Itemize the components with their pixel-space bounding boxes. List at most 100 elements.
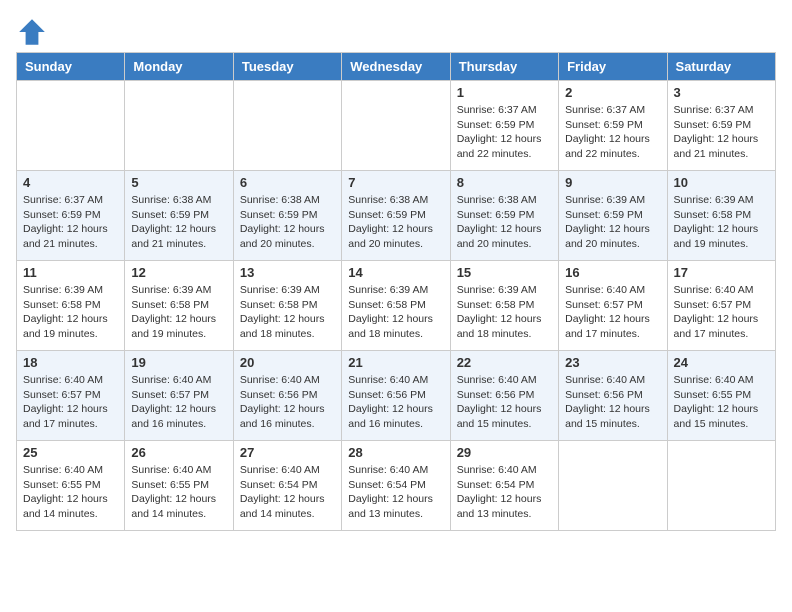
column-header-monday: Monday [125,53,233,81]
calendar-cell: 26 Sunrise: 6:40 AM Sunset: 6:55 PM Dayli… [125,441,233,531]
column-header-sunday: Sunday [17,53,125,81]
calendar-cell: 21 Sunrise: 6:40 AM Sunset: 6:56 PM Dayli… [342,351,450,441]
column-header-tuesday: Tuesday [233,53,341,81]
day-info: Sunrise: 6:38 AM Sunset: 6:59 PM Dayligh… [131,193,226,252]
day-number: 19 [131,355,226,370]
day-number: 5 [131,175,226,190]
calendar-cell: 3 Sunrise: 6:37 AM Sunset: 6:59 PM Daylig… [667,81,775,171]
calendar-cell: 9 Sunrise: 6:39 AM Sunset: 6:59 PM Daylig… [559,171,667,261]
calendar-cell: 5 Sunrise: 6:38 AM Sunset: 6:59 PM Daylig… [125,171,233,261]
day-info: Sunrise: 6:39 AM Sunset: 6:58 PM Dayligh… [23,283,118,342]
calendar-week-row: 25 Sunrise: 6:40 AM Sunset: 6:55 PM Dayli… [17,441,776,531]
day-number: 10 [674,175,769,190]
calendar-cell: 1Sunrise: 6:37 AM Sunset: 6:59 PM Daylig… [450,81,558,171]
calendar-week-row: 1Sunrise: 6:37 AM Sunset: 6:59 PM Daylig… [17,81,776,171]
day-number: 22 [457,355,552,370]
calendar-cell: 10 Sunrise: 6:39 AM Sunset: 6:58 PM Dayli… [667,171,775,261]
calendar-cell [667,441,775,531]
day-number: 4 [23,175,118,190]
day-number: 16 [565,265,660,280]
calendar-cell [233,81,341,171]
day-info: Sunrise: 6:37 AM Sunset: 6:59 PM Dayligh… [457,103,552,162]
calendar-week-row: 11 Sunrise: 6:39 AM Sunset: 6:58 PM Dayli… [17,261,776,351]
calendar-cell: 22 Sunrise: 6:40 AM Sunset: 6:56 PM Dayli… [450,351,558,441]
day-number: 26 [131,445,226,460]
day-info: Sunrise: 6:37 AM Sunset: 6:59 PM Dayligh… [23,193,118,252]
day-info: Sunrise: 6:39 AM Sunset: 6:58 PM Dayligh… [674,193,769,252]
day-info: Sunrise: 6:40 AM Sunset: 6:56 PM Dayligh… [240,373,335,432]
day-info: Sunrise: 6:39 AM Sunset: 6:58 PM Dayligh… [131,283,226,342]
calendar-cell [559,441,667,531]
calendar-cell: 13Sunrise: 6:39 AM Sunset: 6:58 PM Dayli… [233,261,341,351]
day-info: Sunrise: 6:39 AM Sunset: 6:59 PM Dayligh… [565,193,660,252]
calendar-week-row: 18Sunrise: 6:40 AM Sunset: 6:57 PM Dayli… [17,351,776,441]
day-number: 9 [565,175,660,190]
calendar-cell [342,81,450,171]
calendar-week-row: 4 Sunrise: 6:37 AM Sunset: 6:59 PM Daylig… [17,171,776,261]
calendar-header-row: SundayMondayTuesdayWednesdayThursdayFrid… [17,53,776,81]
logo [16,16,54,48]
day-info: Sunrise: 6:39 AM Sunset: 6:58 PM Dayligh… [457,283,552,342]
day-number: 23 [565,355,660,370]
day-info: Sunrise: 6:40 AM Sunset: 6:57 PM Dayligh… [674,283,769,342]
day-info: Sunrise: 6:40 AM Sunset: 6:54 PM Dayligh… [240,463,335,522]
day-info: Sunrise: 6:40 AM Sunset: 6:56 PM Dayligh… [457,373,552,432]
day-info: Sunrise: 6:40 AM Sunset: 6:55 PM Dayligh… [23,463,118,522]
day-info: Sunrise: 6:40 AM Sunset: 6:57 PM Dayligh… [23,373,118,432]
day-info: Sunrise: 6:40 AM Sunset: 6:55 PM Dayligh… [674,373,769,432]
calendar-cell [17,81,125,171]
day-number: 2 [565,85,660,100]
calendar-cell: 4 Sunrise: 6:37 AM Sunset: 6:59 PM Daylig… [17,171,125,261]
column-header-wednesday: Wednesday [342,53,450,81]
calendar-cell: 24 Sunrise: 6:40 AM Sunset: 6:55 PM Dayli… [667,351,775,441]
calendar-cell: 15 Sunrise: 6:39 AM Sunset: 6:58 PM Dayli… [450,261,558,351]
calendar-cell [125,81,233,171]
day-number: 27 [240,445,335,460]
calendar-cell: 2 Sunrise: 6:37 AM Sunset: 6:59 PM Daylig… [559,81,667,171]
calendar-cell: 23Sunrise: 6:40 AM Sunset: 6:56 PM Dayli… [559,351,667,441]
calendar-cell: 16 Sunrise: 6:40 AM Sunset: 6:57 PM Dayli… [559,261,667,351]
day-number: 6 [240,175,335,190]
calendar-cell: 8Sunrise: 6:38 AM Sunset: 6:59 PM Daylig… [450,171,558,261]
logo-icon [16,16,48,48]
day-number: 3 [674,85,769,100]
day-info: Sunrise: 6:38 AM Sunset: 6:59 PM Dayligh… [348,193,443,252]
day-info: Sunrise: 6:40 AM Sunset: 6:54 PM Dayligh… [348,463,443,522]
day-info: Sunrise: 6:40 AM Sunset: 6:57 PM Dayligh… [131,373,226,432]
day-number: 11 [23,265,118,280]
calendar-cell: 25 Sunrise: 6:40 AM Sunset: 6:55 PM Dayli… [17,441,125,531]
day-info: Sunrise: 6:40 AM Sunset: 6:56 PM Dayligh… [348,373,443,432]
day-info: Sunrise: 6:40 AM Sunset: 6:54 PM Dayligh… [457,463,552,522]
day-number: 12 [131,265,226,280]
day-number: 25 [23,445,118,460]
calendar-cell: 11 Sunrise: 6:39 AM Sunset: 6:58 PM Dayli… [17,261,125,351]
day-number: 28 [348,445,443,460]
calendar-cell: 28 Sunrise: 6:40 AM Sunset: 6:54 PM Dayli… [342,441,450,531]
day-number: 29 [457,445,552,460]
calendar-cell: 7 Sunrise: 6:38 AM Sunset: 6:59 PM Daylig… [342,171,450,261]
day-info: Sunrise: 6:37 AM Sunset: 6:59 PM Dayligh… [674,103,769,162]
calendar-cell: 18Sunrise: 6:40 AM Sunset: 6:57 PM Dayli… [17,351,125,441]
day-info: Sunrise: 6:39 AM Sunset: 6:58 PM Dayligh… [348,283,443,342]
calendar-cell: 12 Sunrise: 6:39 AM Sunset: 6:58 PM Dayli… [125,261,233,351]
column-header-saturday: Saturday [667,53,775,81]
calendar-cell: 20 Sunrise: 6:40 AM Sunset: 6:56 PM Dayli… [233,351,341,441]
day-number: 21 [348,355,443,370]
calendar-cell: 14 Sunrise: 6:39 AM Sunset: 6:58 PM Dayli… [342,261,450,351]
day-number: 13 [240,265,335,280]
calendar-cell: 17Sunrise: 6:40 AM Sunset: 6:57 PM Dayli… [667,261,775,351]
day-number: 8 [457,175,552,190]
day-number: 15 [457,265,552,280]
day-info: Sunrise: 6:37 AM Sunset: 6:59 PM Dayligh… [565,103,660,162]
day-number: 7 [348,175,443,190]
calendar-cell: 6 Sunrise: 6:38 AM Sunset: 6:59 PM Daylig… [233,171,341,261]
day-number: 24 [674,355,769,370]
day-info: Sunrise: 6:40 AM Sunset: 6:57 PM Dayligh… [565,283,660,342]
day-number: 20 [240,355,335,370]
header [16,16,776,48]
day-info: Sunrise: 6:40 AM Sunset: 6:55 PM Dayligh… [131,463,226,522]
day-number: 14 [348,265,443,280]
column-header-friday: Friday [559,53,667,81]
calendar-cell: 29 Sunrise: 6:40 AM Sunset: 6:54 PM Dayli… [450,441,558,531]
day-info: Sunrise: 6:38 AM Sunset: 6:59 PM Dayligh… [240,193,335,252]
